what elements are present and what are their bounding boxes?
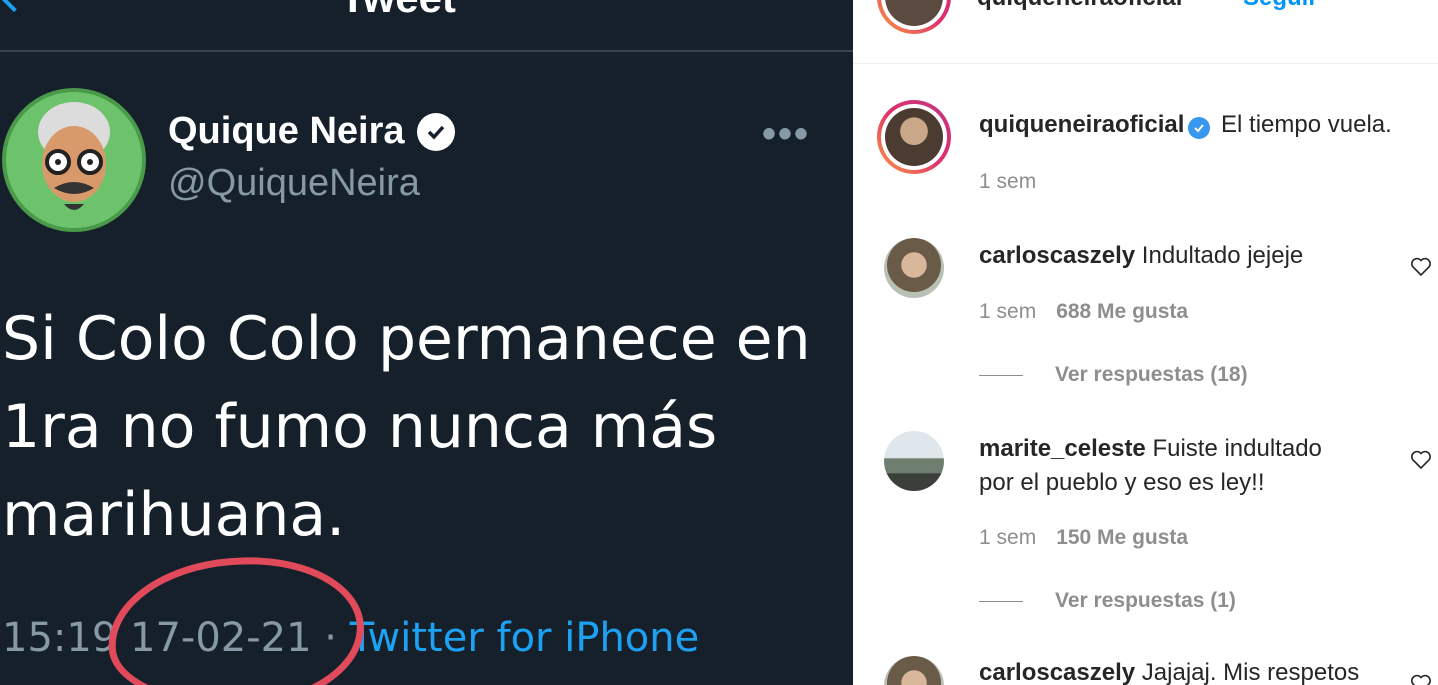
- avatar[interactable]: [877, 100, 951, 174]
- replies-divider: [979, 374, 1023, 376]
- comment-body-line2: por el pueblo y eso es ley!!: [979, 469, 1265, 496]
- instagram-comments-panel: quiqueneiraoficial Seguir quiqueneiraofi…: [853, 0, 1438, 685]
- tweet-author-handle[interactable]: @QuiqueNeira: [168, 162, 420, 205]
- more-options-icon[interactable]: •••: [762, 112, 810, 157]
- comment-username[interactable]: marite_celeste: [979, 435, 1146, 462]
- comment-body-line1: Fuiste indultado: [1152, 435, 1322, 462]
- heart-icon[interactable]: [1409, 254, 1433, 278]
- avatar[interactable]: [884, 656, 944, 685]
- avatar[interactable]: [877, 0, 951, 34]
- comment-text: marite_celeste Fuiste indultado por el p…: [979, 432, 1322, 500]
- tweet-text: Si Colo Colo permanece en 1ra no fumo nu…: [2, 304, 811, 550]
- comment-likes[interactable]: 150 Me gusta: [1056, 526, 1188, 549]
- tweet-time: 15:19: [2, 615, 118, 661]
- view-replies-label: Ver respuestas (1): [1055, 589, 1236, 612]
- comment-text: carloscaszely Indultado jejeje: [979, 239, 1303, 273]
- avatar[interactable]: [884, 238, 944, 298]
- follow-button[interactable]: Seguir: [1243, 0, 1318, 12]
- comment-time[interactable]: 1 sem: [979, 300, 1036, 323]
- caption-body: El tiempo vuela.: [1221, 111, 1392, 138]
- caption-text: quiqueneiraoficial El tiempo vuela.: [979, 108, 1392, 142]
- avatar[interactable]: [2, 88, 146, 232]
- comment-username[interactable]: carloscaszely: [979, 242, 1135, 269]
- tweet-screenshot: Tweet Quique Neira @QuiqueNeira ••• Si C…: [0, 0, 853, 685]
- cartoon-avatar-icon: [6, 92, 142, 228]
- verified-badge-icon: [416, 112, 455, 151]
- red-annotation-circle: [103, 549, 369, 685]
- caption-time[interactable]: 1 sem: [979, 170, 1036, 194]
- tweet-source-link[interactable]: Twitter for iPhone: [350, 615, 700, 661]
- verified-badge-icon: [1188, 117, 1211, 139]
- view-replies-button[interactable]: Ver respuestas (1): [979, 589, 1236, 613]
- view-replies-label: Ver respuestas (18): [1055, 363, 1248, 386]
- post-header: quiqueneiraoficial Seguir: [853, 0, 1438, 64]
- divider: [0, 50, 853, 52]
- replies-divider: [979, 600, 1023, 602]
- avatar[interactable]: [884, 431, 944, 491]
- comment-username[interactable]: carloscaszely: [979, 659, 1135, 685]
- comment-meta: 1 sem 688 Me gusta: [979, 300, 1188, 324]
- comment-body: Indultado jejeje: [1141, 242, 1304, 269]
- heart-icon[interactable]: [1409, 671, 1433, 685]
- back-arrow-icon[interactable]: [0, 0, 29, 13]
- tweet-author-name[interactable]: Quique Neira: [168, 110, 405, 153]
- tweet-author-row: Quique Neira: [168, 110, 455, 153]
- comment-text: carloscaszely Jajajaj. Mis respetos: [979, 656, 1359, 685]
- tweet-header-title: Tweet: [340, 0, 456, 22]
- view-replies-button[interactable]: Ver respuestas (18): [979, 363, 1248, 387]
- heart-icon[interactable]: [1409, 447, 1433, 471]
- comment-likes[interactable]: 688 Me gusta: [1056, 300, 1188, 323]
- comment-body: Jajajaj. Mis respetos: [1141, 659, 1360, 685]
- comment-meta: 1 sem 150 Me gusta: [979, 526, 1188, 550]
- caption-username[interactable]: quiqueneiraoficial: [979, 111, 1184, 138]
- post-author-username[interactable]: quiqueneiraoficial: [977, 0, 1182, 12]
- comment-time[interactable]: 1 sem: [979, 526, 1036, 549]
